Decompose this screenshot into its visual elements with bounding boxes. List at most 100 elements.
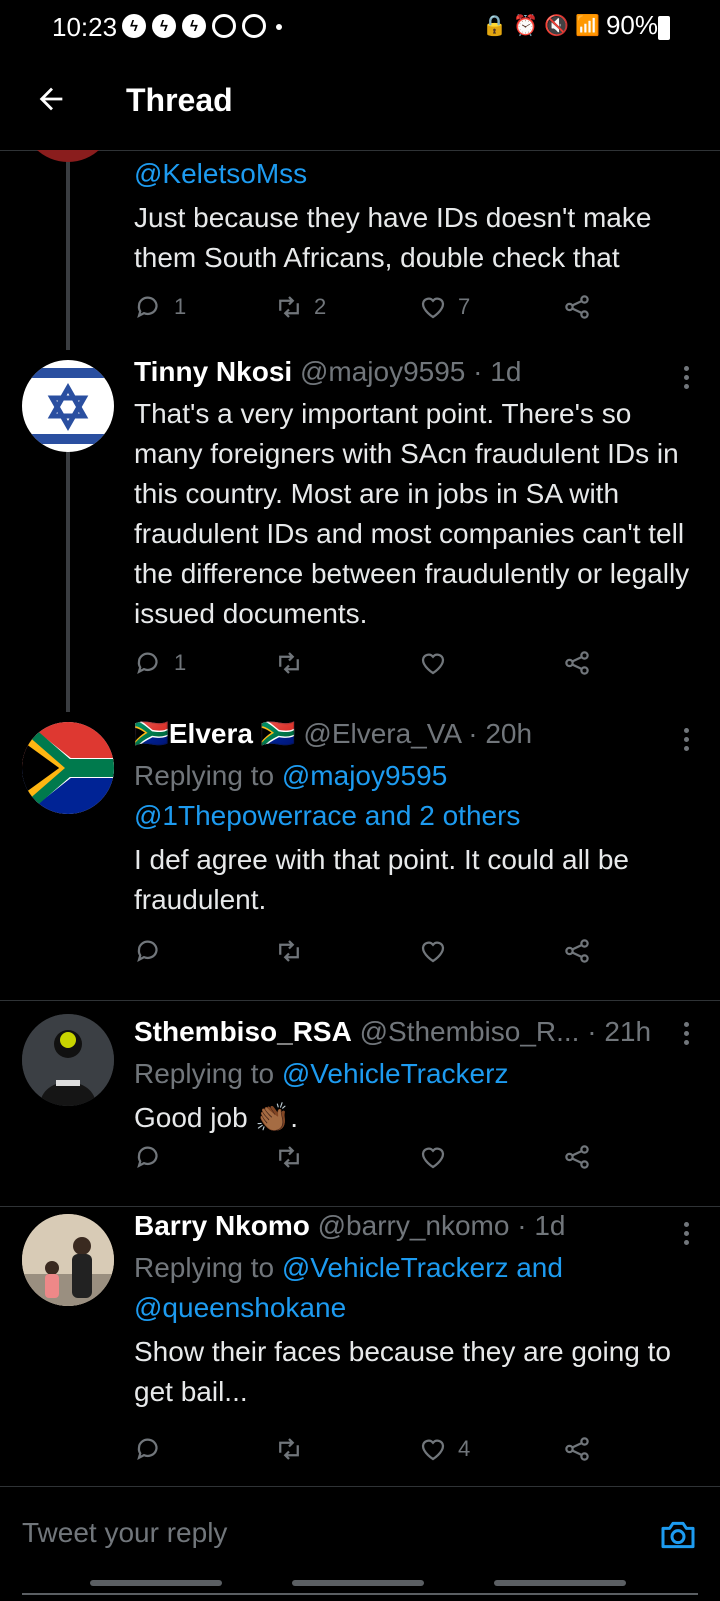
nav-back-handle[interactable] [494,1580,626,1586]
share-button[interactable] [562,1434,592,1464]
tweet[interactable]: @KeletsoMss Just because they have IDs d… [0,150,720,350]
reply-input[interactable]: Tweet your reply [22,1517,227,1549]
tweet-actions [134,936,604,966]
reply-icon [137,296,158,318]
share-icon [565,295,589,319]
like-count: 4 [458,1436,471,1461]
system-icons: 🔒 ⏰ 🔇 📶 90% [482,10,658,41]
reply-to-link[interactable]: @VehicleTrackerz and [282,1252,563,1283]
retweet-icon [279,940,299,962]
tweet-text: Just because they have IDs doesn't make … [134,202,652,273]
reply-to-link[interactable]: @VehicleTrackerz [282,1058,509,1089]
south-african-flag-avatar-icon [22,722,114,814]
replying-to-label: Replying to [134,1058,282,1089]
avatar[interactable] [22,1014,114,1106]
display-name[interactable]: Sthembiso_RSA [134,1016,352,1047]
reply-icon [137,652,158,674]
family-photo-avatar-icon [22,1214,114,1306]
share-button[interactable] [562,936,592,966]
tweet-text: Good job 👏🏾. [134,1102,299,1133]
like-button[interactable] [418,1142,448,1172]
like-button[interactable] [418,648,448,678]
like-button[interactable]: 7 [418,292,470,322]
messenger-icon: ϟ [122,14,146,38]
reply-to-link[interactable]: @majoy9595 [282,760,447,791]
avatar[interactable] [22,360,114,452]
like-button[interactable] [418,936,448,966]
like-button[interactable]: 4 [418,1434,470,1464]
more-notifications-dot [276,24,282,30]
reply-icon [137,940,158,962]
nav-home-handle[interactable] [292,1580,424,1586]
like-icon [421,1147,445,1169]
page-title: Thread [126,82,233,118]
star-of-david-avatar-icon [22,368,114,444]
reply-button[interactable]: 1 [134,648,186,678]
retweet-button[interactable] [274,648,304,678]
thread-header: Thread [0,56,720,151]
reply-icon [137,1438,158,1460]
reply-button[interactable] [134,1142,164,1172]
tweet[interactable]: Tinny Nkosi @majoy9595 · 1d That's a ver… [0,350,720,712]
battery-icon [658,16,670,40]
replying-to-label: Replying to [134,1252,282,1283]
reply-button[interactable]: 1 [134,292,186,322]
retweet-icon [279,1146,299,1168]
reply-to-link[interactable]: @KeletsoMss [134,158,307,189]
share-icon [565,1145,589,1169]
display-name[interactable]: Tinny Nkosi [134,356,292,387]
avatar[interactable] [22,722,114,814]
retweet-button[interactable] [274,1434,304,1464]
mute-icon: 🔇 [544,15,570,37]
tweet-actions [134,1142,604,1172]
reply-button[interactable] [134,936,164,966]
avatar[interactable] [22,150,114,162]
flag-emoji: 🇿🇦 [134,718,169,749]
share-icon [565,1437,589,1461]
share-button[interactable] [562,1142,592,1172]
back-arrow-icon[interactable] [34,82,68,116]
retweet-icon [279,296,299,318]
retweet-button[interactable] [274,936,304,966]
share-button[interactable] [562,292,592,322]
display-name[interactable]: Barry Nkomo [134,1210,310,1241]
lock-icon: 🔒 [482,15,508,37]
like-icon [421,297,445,319]
retweet-icon [279,652,299,674]
retweet-button[interactable]: 2 [274,292,326,322]
handle-time: @Sthembiso_R... · 21h [359,1016,652,1047]
retweet-button[interactable] [274,1142,304,1172]
handle-time: @Elvera_VA · 20h [303,718,533,749]
tweet-actions: 1 [134,648,604,678]
thread-feed[interactable]: @KeletsoMss Just because they have IDs d… [0,150,720,1486]
tweet-actions: 1 2 7 [134,292,604,322]
reply-button[interactable] [134,1434,164,1464]
nav-recents-handle[interactable] [90,1580,222,1586]
camera-icon[interactable] [658,1515,698,1555]
tweet[interactable]: Barry Nkomo @barry_nkomo · 1d Replying t… [0,1206,720,1486]
reply-to-link[interactable]: @queenshokane [134,1292,346,1323]
tweet-text: I def agree with that point. It could al… [134,844,629,915]
wifi-icon: 📶 [575,15,600,37]
display-name[interactable]: Elvera [169,718,253,749]
tweet[interactable]: 🇿🇦Elvera 🇿🇦 @Elvera_VA · 20h Replying to… [0,712,720,1001]
status-bar: 10:23 ϟ ϟ ϟ 🔒 ⏰ 🔇 📶 90% [0,0,720,56]
messenger-icon: ϟ [152,14,176,38]
like-icon [421,1439,445,1461]
avatar[interactable] [22,1214,114,1306]
tweet[interactable]: Sthembiso_RSA @Sthembiso_R... · 21h Repl… [0,1000,720,1207]
share-button[interactable] [562,648,592,678]
share-icon [565,651,589,675]
like-count: 7 [458,294,471,319]
notification-icons: ϟ ϟ ϟ [122,14,282,38]
input-underline [22,1593,698,1595]
reply-to-link[interactable]: @1Thepowerrace and 2 others [134,800,520,831]
messenger-icon: ϟ [182,14,206,38]
battery-percent: 90% [605,10,658,40]
like-icon [421,653,445,675]
flag-emoji: 🇿🇦 [260,718,296,749]
retweet-count: 2 [314,294,327,319]
tweet-text: Show their faces because they are going … [134,1336,672,1407]
sync-icon [212,14,236,38]
status-time: 10:23 [52,12,118,42]
